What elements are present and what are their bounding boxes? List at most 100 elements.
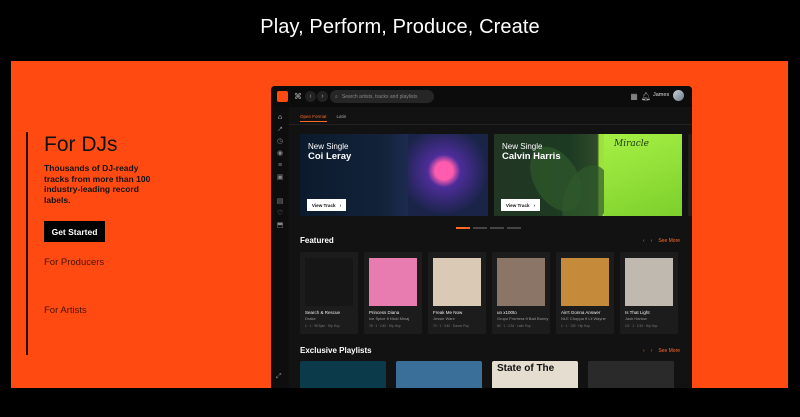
genre-tabs: Open Format Latin bbox=[300, 114, 346, 122]
playlists-controls: ‹ › See More bbox=[643, 348, 680, 354]
back-icon[interactable]: ‹ bbox=[305, 91, 316, 102]
featured-card[interactable]: Freak Me Now Jessie Ware 70 · 1 · 3:40 · D… bbox=[428, 252, 486, 334]
featured-card[interactable]: Is That Light Jack Harlow 1/2 · 1 · 2:34 ·… bbox=[620, 252, 678, 334]
disc-icon[interactable]: ◉ bbox=[275, 148, 285, 158]
card-artist: Jack Harlow bbox=[625, 316, 647, 321]
heart-icon[interactable]: ♡ bbox=[275, 208, 285, 218]
card-title: Princess Diana bbox=[369, 310, 400, 315]
card-artist: Jessie Ware bbox=[433, 316, 455, 321]
card-artwork bbox=[369, 258, 417, 306]
card-meta: 70 · 1 · 3:40 · Dance Pop bbox=[433, 324, 469, 328]
home-icon[interactable]: ⌂ bbox=[275, 112, 285, 122]
apps-icon[interactable]: ▦ bbox=[628, 90, 640, 102]
view-track-button[interactable]: View Track › bbox=[307, 199, 346, 211]
app-window: ⌘ ‹ › ⌕ Search artists, tracks and playl… bbox=[271, 86, 692, 388]
playlist-tile[interactable]: State of The bbox=[492, 361, 578, 388]
banner-art-title: Miracle bbox=[614, 139, 650, 149]
carousel-dots bbox=[456, 227, 521, 229]
grid-icon[interactable]: ⌘ bbox=[292, 90, 304, 102]
arrow-right-icon: › bbox=[339, 202, 342, 208]
tab-open-format[interactable]: Open Format bbox=[300, 114, 327, 122]
playlist-title: State of The bbox=[497, 363, 555, 374]
banner-label: New Single Calvin Harris bbox=[502, 142, 561, 162]
arrow-right-icon: › bbox=[533, 202, 536, 208]
featured-card[interactable]: Ain't Gonna Answer NLE Choppa ft Lil Wayn… bbox=[556, 252, 614, 334]
get-started-button[interactable]: Get Started bbox=[44, 221, 105, 242]
card-meta: 84 · 1 · 2:34 · Latin Pop bbox=[497, 324, 531, 328]
card-artwork bbox=[305, 258, 353, 306]
playlists-title: Exclusive Playlists bbox=[300, 346, 372, 355]
banner-artwork bbox=[408, 134, 488, 216]
nav-item-djs[interactable]: For DJs bbox=[44, 133, 118, 157]
banner-coi-leray[interactable]: New Single Coi Leray View Track › bbox=[300, 134, 488, 216]
playlist-icon[interactable]: ≡ bbox=[275, 160, 285, 170]
featured-card[interactable]: un x100to Grupo Frontera ft Bad Bunny 84 ·… bbox=[492, 252, 550, 334]
featured-controls: ‹ › See More bbox=[643, 238, 680, 244]
next-icon[interactable]: › bbox=[651, 348, 653, 354]
card-meta: 1 · 1 · 98 Bpm · Hip Hop bbox=[305, 324, 340, 328]
prev-icon[interactable]: ‹ bbox=[643, 238, 645, 244]
card-meta: 78 · 1 · 2:40 · Hip Hop bbox=[369, 324, 401, 328]
card-title: Freak Me Now bbox=[433, 310, 463, 315]
card-artist: Grupo Frontera ft Bad Bunny bbox=[497, 316, 549, 321]
card-artwork bbox=[433, 258, 481, 306]
nav-indicator-line bbox=[26, 132, 28, 355]
banner-artist: Calvin Harris bbox=[502, 151, 561, 162]
playlist-tile[interactable] bbox=[588, 361, 674, 388]
prev-icon[interactable]: ‹ bbox=[643, 348, 645, 354]
carousel-dot[interactable] bbox=[473, 227, 487, 229]
avatar[interactable] bbox=[673, 90, 684, 101]
tab-divider bbox=[289, 124, 692, 125]
image-icon[interactable]: ▣ bbox=[275, 172, 285, 182]
user-name[interactable]: James bbox=[653, 92, 669, 98]
nav-item-producers[interactable]: For Producers bbox=[44, 257, 104, 268]
card-title: Is That Light bbox=[625, 310, 650, 315]
banner-next-peek[interactable] bbox=[688, 134, 692, 216]
hero-title: Play, Perform, Produce, Create bbox=[260, 16, 540, 38]
card-title: Search & Rescue bbox=[305, 310, 341, 315]
banner-artist: Coi Leray bbox=[308, 151, 352, 162]
see-more-link[interactable]: See More bbox=[658, 348, 680, 354]
carousel-dot[interactable] bbox=[490, 227, 504, 229]
download-icon[interactable]: ⬒ bbox=[275, 220, 285, 230]
card-artwork bbox=[497, 258, 545, 306]
bell-icon[interactable]: 🔔︎ bbox=[640, 90, 652, 102]
library-icon[interactable]: ▤ bbox=[275, 196, 285, 206]
card-artwork bbox=[561, 258, 609, 306]
card-artist: Ice Spice ft Nicki Minaj bbox=[369, 316, 410, 321]
expand-icon[interactable]: ⤢ bbox=[276, 373, 285, 382]
banner-label: New Single Coi Leray bbox=[308, 142, 351, 162]
card-title: Ain't Gonna Answer bbox=[561, 310, 601, 315]
featured-card[interactable]: Search & Rescue Drake 1 · 1 · 98 Bpm · Hip… bbox=[300, 252, 358, 334]
nav-djs-description: Thousands of DJ-ready tracks from more t… bbox=[44, 163, 151, 205]
card-meta: 1 · 1 · 130 · Hip Hop bbox=[561, 324, 590, 328]
clock-icon[interactable]: ◷ bbox=[275, 136, 285, 146]
nav-item-artists[interactable]: For Artists bbox=[44, 305, 87, 316]
chart-icon[interactable]: ↗ bbox=[275, 124, 285, 134]
forward-icon[interactable]: › bbox=[317, 91, 328, 102]
view-track-button[interactable]: View Track › bbox=[501, 199, 540, 211]
card-title: un x100to bbox=[497, 310, 517, 315]
see-more-link[interactable]: See More bbox=[658, 238, 680, 244]
card-artist: NLE Choppa ft Lil Wayne bbox=[561, 316, 606, 321]
playlist-tile[interactable] bbox=[300, 361, 386, 388]
next-icon[interactable]: › bbox=[651, 238, 653, 244]
banner-calvin-harris[interactable]: Miracle New Single Calvin Harris View Tr… bbox=[494, 134, 682, 216]
search-icon: ⌕ bbox=[335, 93, 338, 100]
app-topbar: ⌘ ‹ › ⌕ Search artists, tracks and playl… bbox=[271, 86, 692, 107]
view-track-label: View Track bbox=[505, 202, 530, 208]
card-artwork bbox=[625, 258, 673, 306]
search-input[interactable]: ⌕ Search artists, tracks and playlists bbox=[330, 90, 434, 103]
tab-latin[interactable]: Latin bbox=[337, 114, 347, 122]
feature-panel: For DJs Thousands of DJ-ready tracks fro… bbox=[11, 61, 788, 388]
carousel-dot[interactable] bbox=[456, 227, 470, 229]
view-track-label: View Track bbox=[311, 202, 336, 208]
logo-icon[interactable] bbox=[277, 91, 288, 102]
card-artist: Drake bbox=[305, 316, 316, 321]
featured-card[interactable]: Princess Diana Ice Spice ft Nicki Minaj 78… bbox=[364, 252, 422, 334]
card-meta: 1/2 · 1 · 2:34 · Hip Hop bbox=[625, 324, 658, 328]
app-sidebar: ⌂ ↗ ◷ ◉ ≡ ▣ ▤ ♡ ⬒ bbox=[271, 107, 289, 388]
playlist-tile[interactable] bbox=[396, 361, 482, 388]
featured-title: Featured bbox=[300, 236, 334, 245]
carousel-dot[interactable] bbox=[507, 227, 521, 229]
